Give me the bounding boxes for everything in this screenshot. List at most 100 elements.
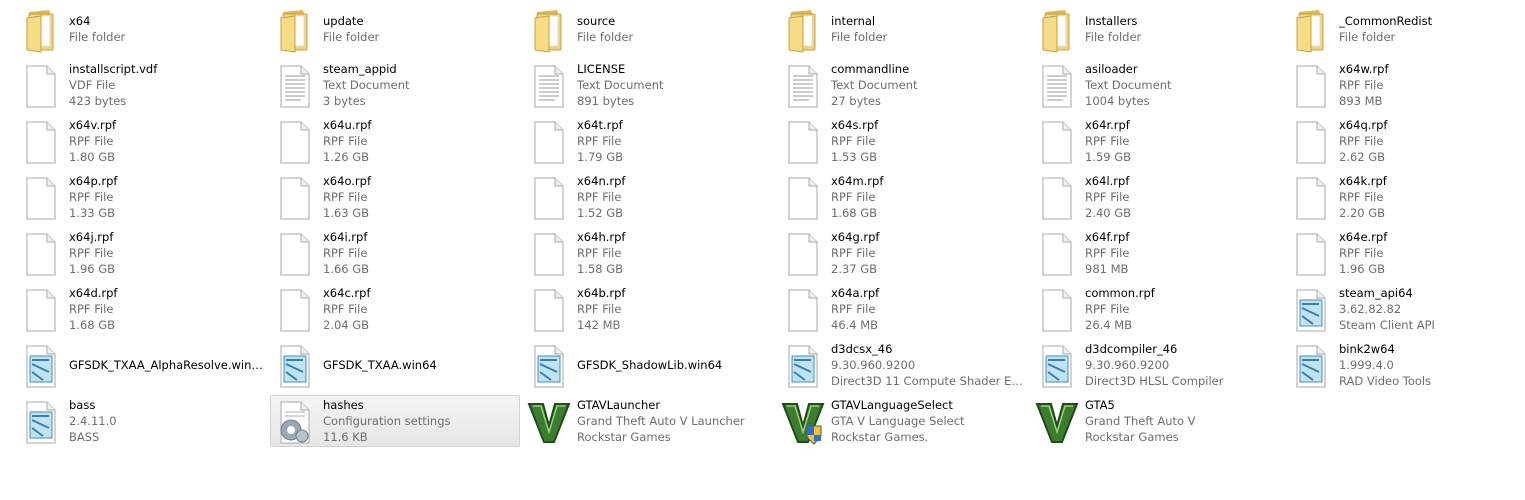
file-item[interactable]: source File folder <box>524 3 774 55</box>
file-item[interactable]: steam_appid Text Document 3 bytes <box>270 59 520 111</box>
file-item[interactable]: x64r.rpf RPF File 1.59 GB <box>1032 115 1282 167</box>
file-type: Grand Theft Auto V <box>1085 414 1196 428</box>
gta-v-icon <box>1035 398 1079 446</box>
blank-file-icon <box>19 118 63 166</box>
file-detail: 1.96 GB <box>69 262 116 276</box>
file-detail: 981 MB <box>1085 262 1129 276</box>
file-detail: 2.20 GB <box>1339 206 1386 220</box>
file-item[interactable]: x64w.rpf RPF File 893 MB <box>1286 59 1525 111</box>
blank-file-icon <box>527 286 571 334</box>
file-name: installscript.vdf <box>69 62 158 76</box>
file-item[interactable]: installscript.vdf VDF File 423 bytes <box>16 59 266 111</box>
file-item[interactable]: x64a.rpf RPF File 46.4 MB <box>778 283 1028 335</box>
file-detail: 423 bytes <box>69 94 127 108</box>
file-item[interactable]: x64h.rpf RPF File 1.58 GB <box>524 227 774 279</box>
file-type: RPF File <box>577 302 622 316</box>
file-item[interactable]: bass 2.4.11.0 BASS <box>16 395 266 447</box>
file-item[interactable]: GFSDK_TXAA.win64 <box>270 339 520 391</box>
file-item[interactable]: commandline Text Document 27 bytes <box>778 59 1028 111</box>
file-item[interactable]: update File folder <box>270 3 520 55</box>
file-name: x64v.rpf <box>69 118 117 132</box>
file-detail: 142 MB <box>577 318 621 332</box>
file-item[interactable]: GFSDK_ShadowLib.win64 <box>524 339 774 391</box>
file-item[interactable]: GTAVLauncher Grand Theft Auto V Launcher R… <box>524 395 774 447</box>
blank-file-icon <box>781 230 825 278</box>
config-icon <box>273 398 317 446</box>
file-type: RPF File <box>1339 246 1384 260</box>
text-document-icon <box>527 62 571 110</box>
file-item[interactable]: x64t.rpf RPF File 1.79 GB <box>524 115 774 167</box>
file-detail: 1.68 GB <box>69 318 116 332</box>
file-item[interactable]: common.rpf RPF File 26.4 MB <box>1032 283 1282 335</box>
file-item[interactable]: LICENSE Text Document 891 bytes <box>524 59 774 111</box>
dll-icon <box>19 342 63 390</box>
file-item[interactable]: x64v.rpf RPF File 1.80 GB <box>16 115 266 167</box>
file-type: RPF File <box>831 134 876 148</box>
file-type: RPF File <box>1085 134 1130 148</box>
file-item[interactable]: internal File folder <box>778 3 1028 55</box>
file-detail: RAD Video Tools <box>1339 374 1432 388</box>
file-type: RPF File <box>1085 246 1130 260</box>
file-item[interactable]: x64m.rpf RPF File 1.68 GB <box>778 171 1028 223</box>
file-name: steam_api64 <box>1339 286 1413 300</box>
file-item[interactable]: x64k.rpf RPF File 2.20 GB <box>1286 171 1525 223</box>
file-name: GFSDK_TXAA.win64 <box>323 358 437 372</box>
file-item[interactable]: d3dcompiler_46 9.30.960.9200 Direct3D HLSL… <box>1032 339 1282 391</box>
file-item[interactable]: hashes Configuration settings 11.6 KB <box>270 395 520 447</box>
file-type: Text Document <box>1085 78 1172 92</box>
file-type: 3.62.82.82 <box>1339 302 1402 316</box>
file-item[interactable]: x64d.rpf RPF File 1.68 GB <box>16 283 266 335</box>
file-type: File folder <box>831 30 888 44</box>
file-type: RPF File <box>323 134 368 148</box>
file-item[interactable]: steam_api64 3.62.82.82 Steam Client API <box>1286 283 1525 335</box>
file-detail: 1.59 GB <box>1085 150 1132 164</box>
file-type: File folder <box>69 30 126 44</box>
file-item[interactable]: Installers File folder <box>1032 3 1282 55</box>
file-item[interactable]: x64 File folder <box>16 3 266 55</box>
file-item[interactable]: x64g.rpf RPF File 2.37 GB <box>778 227 1028 279</box>
file-item[interactable]: x64l.rpf RPF File 2.40 GB <box>1032 171 1282 223</box>
file-detail: 1.33 GB <box>69 206 116 220</box>
file-item[interactable]: x64s.rpf RPF File 1.53 GB <box>778 115 1028 167</box>
file-detail: 2.40 GB <box>1085 206 1132 220</box>
file-name: Installers <box>1085 14 1138 28</box>
file-item[interactable]: asiloader Text Document 1004 bytes <box>1032 59 1282 111</box>
file-item[interactable]: x64i.rpf RPF File 1.66 GB <box>270 227 520 279</box>
file-name: bink2w64 <box>1339 342 1395 356</box>
file-name: asiloader <box>1085 62 1138 76</box>
file-detail: 1.53 GB <box>831 150 878 164</box>
file-name: x64f.rpf <box>1085 230 1130 244</box>
file-item[interactable]: _CommonRedist File folder <box>1286 3 1525 55</box>
file-item[interactable]: x64o.rpf RPF File 1.63 GB <box>270 171 520 223</box>
file-item[interactable]: x64n.rpf RPF File 1.52 GB <box>524 171 774 223</box>
file-item[interactable]: GTA5 Grand Theft Auto V Rockstar Games <box>1032 395 1282 447</box>
blank-file-icon <box>1035 174 1079 222</box>
file-type: Text Document <box>831 78 918 92</box>
file-item[interactable]: x64q.rpf RPF File 2.62 GB <box>1286 115 1525 167</box>
file-name: x64p.rpf <box>69 174 118 188</box>
file-item[interactable]: x64p.rpf RPF File 1.33 GB <box>16 171 266 223</box>
file-type: RPF File <box>577 134 622 148</box>
file-item[interactable]: x64e.rpf RPF File 1.96 GB <box>1286 227 1525 279</box>
blank-file-icon <box>273 230 317 278</box>
file-name: GFSDK_TXAA_AlphaResolve.win64 <box>69 358 265 372</box>
file-item[interactable]: x64f.rpf RPF File 981 MB <box>1032 227 1282 279</box>
file-type: RPF File <box>577 246 622 260</box>
file-item[interactable]: x64j.rpf RPF File 1.96 GB <box>16 227 266 279</box>
file-item[interactable]: GTAVLanguageSelect GTA V Language Select R… <box>778 395 1028 447</box>
file-type: RPF File <box>1085 302 1130 316</box>
file-item[interactable]: GFSDK_TXAA_AlphaResolve.win64 <box>16 339 266 391</box>
file-type: RPF File <box>69 302 114 316</box>
blank-file-icon <box>1289 62 1333 110</box>
file-name: internal <box>831 14 876 28</box>
file-item[interactable]: bink2w64 1.999.4.0 RAD Video Tools <box>1286 339 1525 391</box>
folder-icon <box>781 6 825 54</box>
file-item[interactable]: x64u.rpf RPF File 1.26 GB <box>270 115 520 167</box>
dll-icon <box>527 342 571 390</box>
blank-file-icon <box>273 174 317 222</box>
file-item[interactable]: d3dcsx_46 9.30.960.9200 Direct3D 11 Comput… <box>778 339 1028 391</box>
file-item[interactable]: x64c.rpf RPF File 2.04 GB <box>270 283 520 335</box>
file-name: x64l.rpf <box>1085 174 1130 188</box>
file-item[interactable]: x64b.rpf RPF File 142 MB <box>524 283 774 335</box>
folder-icon <box>19 6 63 54</box>
